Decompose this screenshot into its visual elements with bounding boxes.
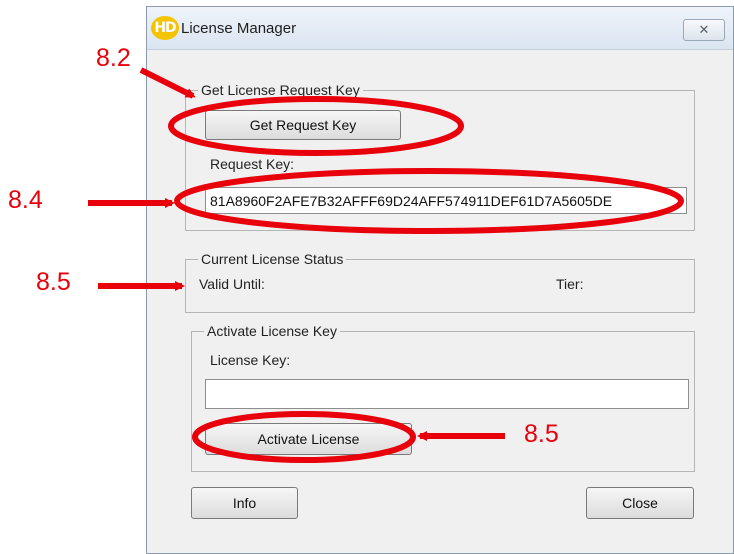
request-key-field[interactable]: [205, 187, 687, 214]
window-title: License Manager: [181, 20, 297, 37]
app-logo-icon: HD: [151, 16, 179, 40]
window-close-icon[interactable]: ✕: [683, 19, 725, 41]
group-legend: Get License Request Key: [198, 82, 363, 98]
info-button[interactable]: Info: [191, 487, 298, 519]
annotation-label-8-4: 8.4: [8, 186, 43, 214]
group-legend: Activate License Key: [204, 323, 340, 339]
license-manager-window: HD License Manager ✕ Get License Request…: [146, 6, 734, 554]
annotation-label-8-5-status: 8.5: [36, 268, 71, 296]
annotation-label-8-5-activate: 8.5: [524, 420, 559, 448]
group-legend: Current License Status: [198, 251, 347, 267]
activate-license-button[interactable]: Activate License: [205, 423, 412, 455]
license-key-field[interactable]: [205, 379, 689, 409]
title-bar: HD License Manager ✕: [147, 7, 733, 50]
annotation-label-8-2: 8.2: [96, 44, 131, 72]
license-key-label: License Key:: [210, 352, 291, 368]
tier-label: Tier:: [556, 276, 584, 292]
close-button[interactable]: Close: [586, 487, 694, 519]
valid-until-label: Valid Until:: [199, 276, 265, 292]
request-key-label: Request Key:: [210, 156, 295, 172]
get-request-key-button[interactable]: Get Request Key: [205, 110, 401, 140]
